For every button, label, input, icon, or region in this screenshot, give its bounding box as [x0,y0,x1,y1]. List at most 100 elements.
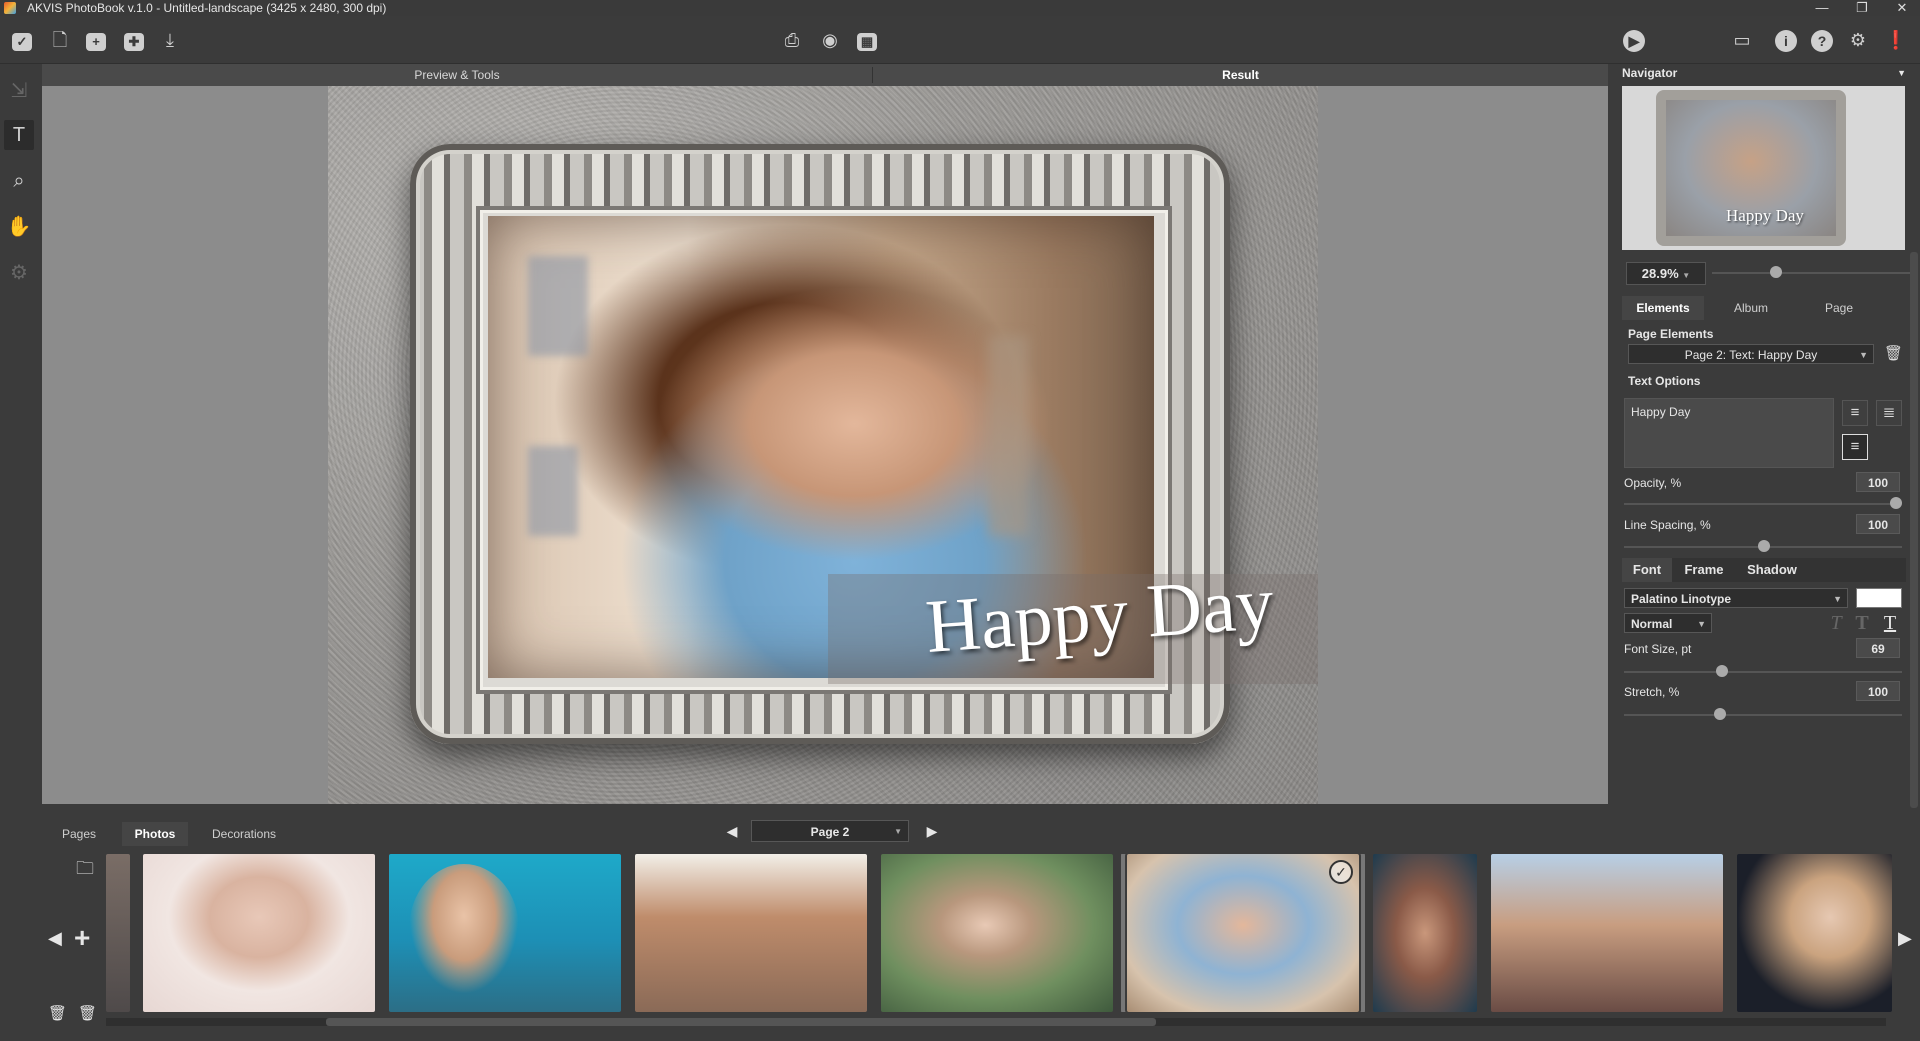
photo-woman-bench[interactable] [881,854,1113,1012]
stretch-slider-handle[interactable] [1714,708,1726,720]
tab-decorations[interactable]: Decorations [200,822,288,846]
tab-elements[interactable]: Elements [1622,296,1704,320]
add-photo-icon[interactable]: + [82,27,110,53]
zoom-value: 28.9% [1641,266,1679,281]
font-size-input[interactable]: 69 [1856,638,1900,658]
chevron-down-icon: ▼ [1682,271,1691,280]
chevron-down-icon: ▼ [894,827,902,836]
italic-icon[interactable]: T [1826,612,1846,634]
opacity-input[interactable]: 100 [1856,472,1900,492]
font-size-label: Font Size, pt [1624,642,1692,656]
tab-result[interactable]: Result [873,64,1608,86]
photo-bg-window [528,446,578,536]
font-size-slider-track[interactable] [1624,671,1902,673]
align-left-icon[interactable]: ≡ [1842,400,1868,426]
photo-party-crowd[interactable] [1491,854,1723,1012]
line-spacing-slider-handle[interactable] [1758,540,1770,552]
photo-partial[interactable] [106,854,130,1012]
panel-scrollbar[interactable] [1910,252,1918,808]
panels-icon[interactable]: ▭ [1728,27,1756,53]
stretch-input[interactable]: 100 [1856,681,1900,701]
navigator-caption: Happy Day [1726,206,1804,225]
align-center-icon[interactable]: ≡ [1842,434,1868,460]
scrollbar-thumb[interactable] [326,1018,1156,1026]
font-color-swatch[interactable] [1856,588,1902,608]
next-page-button[interactable]: ▶ [924,821,940,841]
workspace-scrollbar[interactable] [42,804,1608,814]
stretch-slider-track[interactable] [1624,714,1902,716]
zoom-tool-icon[interactable]: ⌕ [4,166,34,196]
line-spacing-label: Line Spacing, % [1624,518,1711,532]
new-document-icon[interactable]: 🗋 [46,27,74,53]
print-icon[interactable]: ⎙ [778,27,806,53]
folder-icon[interactable]: 🗀 [76,856,94,886]
delete-element-icon[interactable]: 🗑 [1884,345,1903,363]
notification-icon[interactable]: ❗ [1882,27,1910,53]
gear-tool-icon[interactable]: ⚙ [4,258,34,288]
info-icon[interactable]: i [1772,27,1800,53]
tab-font[interactable]: Font [1622,558,1672,582]
export-icon[interactable]: ⤓ [156,27,184,53]
add-photos-icon[interactable]: + [74,922,90,954]
tab-photos[interactable]: Photos [122,822,188,846]
caption-textarea[interactable]: Happy Day [1624,398,1834,468]
minimize-button[interactable]: — [1806,0,1838,16]
opacity-slider-handle[interactable] [1890,497,1902,509]
align-right-icon[interactable]: ≣ [1876,400,1902,426]
photo-woman-smiling-selected[interactable]: ✓ [1121,854,1365,1012]
underline-icon[interactable]: T [1880,612,1900,634]
tool-column: ⇲ T ⌕ ✋ ⚙ [0,64,38,841]
font-size-slider-handle[interactable] [1716,665,1728,677]
tab-shadow[interactable]: Shadow [1736,558,1808,582]
line-spacing-input[interactable]: 100 [1856,514,1900,534]
preview-icon[interactable]: ◉ [816,27,844,53]
remove-all-photos-icon[interactable]: 🗑 [78,1004,97,1022]
photo-family-house[interactable] [635,854,867,1012]
navigator-header: Navigator ▼ [1622,64,1906,82]
close-button[interactable]: ✕ [1886,0,1918,16]
page-elements-select[interactable]: Page 2: Text: Happy Day ▼ [1628,344,1874,364]
settings-icon[interactable]: ⚙ [1844,27,1872,53]
chevron-down-icon: ▼ [1859,350,1868,360]
photo-strip-scrollbar[interactable] [106,1018,1886,1026]
photo-elderly-woman[interactable] [143,854,375,1012]
page-elements-value: Page 2: Text: Happy Day [1684,348,1818,362]
photo-woman-headscarf[interactable] [1373,854,1477,1012]
tab-frame[interactable]: Frame [1676,558,1732,582]
navigator-title: Navigator [1622,66,1678,80]
book-icon[interactable]: ▦ [853,27,881,53]
opacity-slider-track[interactable] [1624,503,1902,505]
remove-photo-icon[interactable]: 🗑 [48,1004,67,1022]
font-family-select[interactable]: Palatino Linotype ▼ [1624,588,1848,608]
tab-album[interactable]: Album [1710,296,1792,320]
photo-subject [409,864,519,994]
main-toolbar: ✓ 🗋 + ✚ ⤓ ⎙ ◉ ▦ ▶ ▭ i ? ⚙ ❗ [0,17,1920,64]
zoom-slider-handle[interactable] [1770,266,1782,278]
album-page-canvas[interactable]: Happy Day [328,86,1318,804]
chevron-down-icon[interactable]: ▼ [1897,64,1906,82]
navigator-preview[interactable]: Happy Day [1622,86,1905,250]
font-style-select[interactable]: Normal ▼ [1624,613,1712,633]
bold-icon[interactable]: T [1852,612,1872,634]
hand-tool-icon[interactable]: ✋ [4,212,34,242]
zoom-select[interactable]: 28.9% ▼ [1626,262,1706,285]
tab-page[interactable]: Page [1798,296,1880,320]
text-tool-icon[interactable]: T [4,120,34,150]
maximize-button[interactable]: ❐ [1846,0,1878,16]
prev-page-button[interactable]: ◀ [724,821,740,841]
tab-preview-tools[interactable]: Preview & Tools [42,64,872,86]
photo-strip: ✓ [106,854,1892,1012]
strip-next-icon[interactable]: ▶ [1898,928,1912,949]
zoom-slider-track[interactable] [1712,272,1912,274]
tab-pages[interactable]: Pages [48,822,110,846]
help-icon[interactable]: ? [1808,27,1836,53]
strip-prev-icon[interactable]: ◀ [48,928,62,949]
run-icon[interactable]: ▶ [1620,27,1648,53]
akvis-logo-icon[interactable]: ✓ [8,27,36,53]
photo-girl-icecream[interactable] [389,854,621,1012]
select-tool-icon[interactable]: ⇲ [4,76,34,106]
check-icon: ✓ [1329,860,1353,884]
page-selector[interactable]: Page 2 ▼ [751,820,909,842]
photo-blonde-girl[interactable] [1737,854,1892,1012]
add-decoration-icon[interactable]: ✚ [120,27,148,53]
